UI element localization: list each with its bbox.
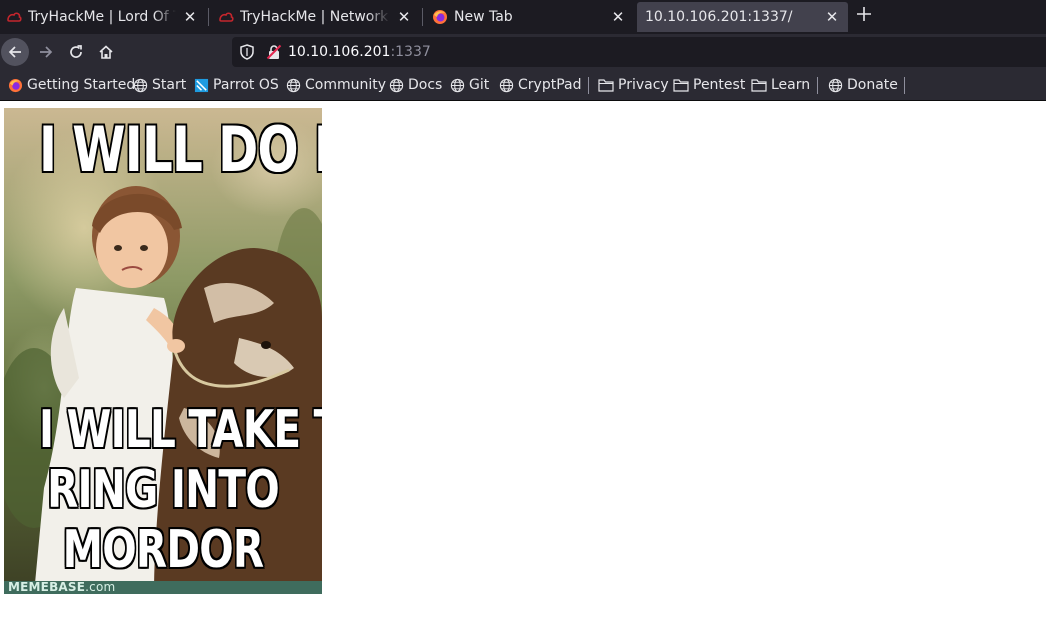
bookmark-label: Learn [771, 77, 811, 93]
bookmark-separator [817, 77, 818, 94]
bookmark-label: Git [469, 77, 490, 93]
bookmark-label: Start [152, 77, 187, 93]
tab-separator [422, 8, 423, 26]
meme-watermark: MEMEBASE.com [4, 581, 322, 594]
bookmark-label: CryptPad [518, 77, 582, 93]
bookmark-cryptpad[interactable]: CryptPad [499, 75, 581, 95]
tab-active-site[interactable]: 10.10.106.201:1337/ ✕ [637, 2, 848, 32]
folder-icon [751, 79, 767, 92]
tab-label: 10.10.106.201:1337/ [645, 9, 793, 25]
bookmark-folder-learn[interactable]: Learn [751, 75, 810, 95]
home-icon [99, 45, 113, 59]
bookmark-label: Getting Started [27, 77, 136, 93]
firefox-icon [8, 78, 23, 92]
new-tab-button[interactable] [852, 5, 876, 29]
tryhackme-icon [7, 12, 22, 22]
close-tab-icon[interactable]: ✕ [610, 9, 626, 25]
tab-label: New Tab [454, 9, 513, 25]
url-text[interactable]: 10.10.106.201:1337 [288, 44, 431, 60]
arrow-right-icon [40, 46, 53, 58]
bookmark-folder-pentest[interactable]: Pentest [673, 75, 745, 95]
globe-icon [499, 78, 514, 92]
plus-icon [857, 7, 871, 21]
bookmarks-toolbar: Getting Started Start Parrot OS Communit… [0, 69, 1046, 101]
bookmark-label: Docs [408, 77, 443, 93]
bookmark-parrot-os[interactable]: Parrot OS [194, 75, 279, 95]
bookmark-label: Privacy [618, 77, 669, 93]
back-button[interactable] [1, 38, 29, 66]
folder-icon [673, 79, 689, 92]
arrow-left-icon [8, 46, 21, 58]
bookmark-separator [588, 77, 589, 94]
home-button[interactable] [92, 38, 120, 66]
watermark-suffix: .com [85, 580, 116, 594]
close-tab-icon[interactable]: ✕ [396, 9, 412, 25]
bookmark-start[interactable]: Start [133, 75, 186, 95]
navigation-toolbar: 10.10.106.201:1337 [0, 34, 1046, 69]
globe-icon [133, 78, 148, 92]
globe-icon [286, 78, 301, 92]
firefox-icon [433, 10, 447, 24]
meme-bottom-line: MORDOR [62, 520, 265, 580]
meme-bottom-line: RING INTO [47, 460, 280, 520]
forward-button[interactable] [32, 38, 60, 66]
globe-icon [828, 78, 843, 92]
bookmark-label: Donate [847, 77, 898, 93]
bookmark-label: Parrot OS [213, 77, 279, 93]
close-tab-icon[interactable]: ✕ [824, 9, 840, 25]
url-bar[interactable]: 10.10.106.201:1337 [232, 37, 1046, 67]
tab-label: TryHackMe | Network Access [240, 9, 390, 25]
page-content: I WILL DO IT I WILL TAKE THE RING INTO M… [0, 101, 1046, 641]
tab-label: TryHackMe | Lord Of The Root [28, 9, 176, 25]
bookmark-label: Pentest [693, 77, 746, 93]
bookmark-separator [904, 77, 905, 94]
bookmark-donate[interactable]: Donate [828, 75, 898, 95]
bookmark-docs[interactable]: Docs [389, 75, 442, 95]
url-port: :1337 [390, 44, 431, 60]
insecure-lock-icon[interactable] [266, 44, 282, 60]
bookmark-community[interactable]: Community [286, 75, 386, 95]
bookmark-getting-started[interactable]: Getting Started [8, 75, 135, 95]
bookmark-folder-privacy[interactable]: Privacy [598, 75, 669, 95]
folder-icon [598, 79, 614, 92]
reload-button[interactable] [62, 38, 90, 66]
parrot-icon [194, 78, 209, 92]
reload-icon [70, 45, 82, 58]
tryhackme-icon [219, 12, 234, 22]
watermark-brand: MEMEBASE [8, 580, 86, 594]
bookmark-git[interactable]: Git [450, 75, 489, 95]
meme-bottom-text: I WILL TAKE THE RING INTO MORDOR [38, 400, 322, 580]
tab-tryhackme-lord-of-the-root[interactable]: TryHackMe | Lord Of The Root ✕ [0, 2, 206, 32]
close-tab-icon[interactable]: ✕ [182, 9, 198, 25]
url-host: 10.10.106.201 [288, 44, 391, 60]
globe-icon [450, 78, 465, 92]
tab-strip: TryHackMe | Lord Of The Root ✕ TryHackMe… [0, 0, 1046, 34]
globe-icon [389, 78, 404, 92]
tab-new-tab[interactable]: New Tab ✕ [426, 2, 634, 32]
meme-bottom-line: I WILL TAKE THE [38, 400, 322, 460]
meme-image: I WILL DO IT I WILL TAKE THE RING INTO M… [4, 108, 322, 594]
meme-top-text: I WILL DO IT [38, 113, 322, 186]
tab-separator [208, 8, 209, 26]
tab-tryhackme-network-access[interactable]: TryHackMe | Network Access ✕ [212, 2, 420, 32]
bookmark-label: Community [305, 77, 387, 93]
tracking-protection-shield-icon[interactable] [240, 44, 254, 60]
